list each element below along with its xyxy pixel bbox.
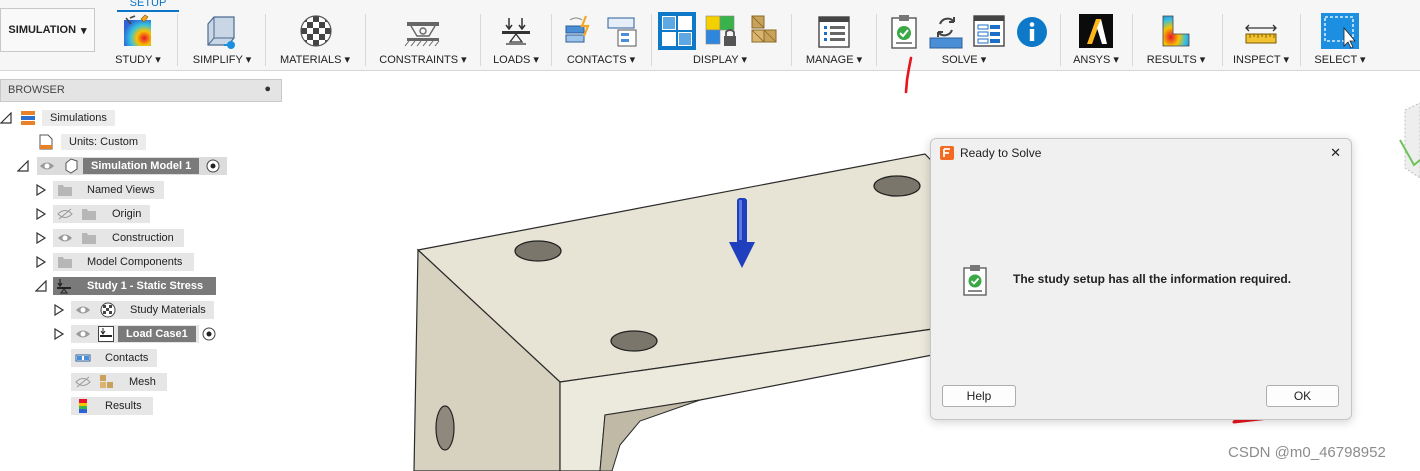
annotation-mark-1 — [904, 56, 913, 94]
tree-item-named-views[interactable]: Named Views — [0, 180, 170, 200]
expand-toggle-icon[interactable] — [35, 232, 47, 244]
tree-label: Study 1 - Static Stress — [87, 280, 204, 292]
browser-header[interactable]: BROWSER ● — [0, 79, 282, 102]
activate-radio-icon[interactable] — [206, 159, 220, 173]
model-icon — [65, 158, 78, 174]
tree-label: Construction — [112, 232, 174, 244]
tree-label: Simulations — [42, 110, 115, 126]
expand-toggle-icon[interactable] — [17, 160, 29, 172]
tree-item-contacts[interactable]: Contacts — [0, 348, 160, 368]
folder-icon — [58, 185, 72, 196]
tree-label: Study Materials — [130, 304, 206, 316]
expand-toggle-icon[interactable] — [35, 256, 47, 268]
folder-icon — [58, 257, 72, 268]
ok-button[interactable]: OK — [1266, 385, 1339, 407]
tree-label: Simulation Model 1 — [83, 158, 200, 174]
annotation-label-2: 2 — [1240, 395, 1241, 396]
activate-radio-icon[interactable] — [202, 327, 216, 341]
simulations-icon — [21, 111, 35, 125]
folder-icon — [82, 209, 96, 220]
tree-label: Mesh — [129, 376, 156, 388]
load-case-icon — [98, 326, 114, 342]
help-button[interactable]: Help — [942, 385, 1016, 407]
tree-item-model-components[interactable]: Model Components — [0, 252, 200, 272]
eye-icon[interactable] — [39, 160, 55, 172]
tree-item-study[interactable]: Study 1 - Static Stress — [0, 276, 220, 296]
material-ball-icon — [100, 302, 116, 318]
tree-label: Contacts — [105, 352, 149, 364]
mounting-hole — [873, 175, 921, 197]
tree-item-study-materials[interactable]: Study Materials — [0, 300, 220, 320]
mounting-hole — [610, 330, 658, 352]
tree-item-mesh[interactable]: Mesh — [0, 372, 170, 392]
bracket-model[interactable] — [413, 153, 1011, 471]
mounting-hole — [514, 240, 562, 262]
tree-label: Model Components — [87, 256, 183, 268]
tree-item-load-case[interactable]: Load Case1 — [0, 324, 222, 344]
side-hole — [435, 405, 455, 451]
tree-label: Load Case1 — [118, 326, 196, 342]
expand-toggle-icon[interactable] — [35, 208, 47, 220]
mesh-icon — [100, 375, 113, 388]
tree-item-units[interactable]: Units: Custom — [0, 132, 160, 152]
ready-to-solve-dialog: Ready to Solve ✕ The study setup has all… — [930, 138, 1352, 420]
dialog-title: Ready to Solve — [960, 146, 1042, 160]
fusion-app-icon — [940, 146, 954, 160]
browser-title: BROWSER — [8, 84, 65, 96]
annotation-label-1: 1 — [904, 58, 905, 59]
eye-icon[interactable] — [57, 232, 73, 244]
tree-label: Units: Custom — [61, 134, 147, 150]
eye-icon[interactable] — [75, 304, 91, 316]
viewcube[interactable] — [1399, 102, 1420, 179]
tree-item-simulations[interactable]: Simulations — [0, 108, 130, 128]
tree-item-results[interactable]: Results — [0, 396, 160, 416]
tree-item-origin[interactable]: Origin — [0, 204, 160, 224]
folder-icon — [82, 233, 96, 244]
expand-toggle-icon[interactable] — [53, 328, 65, 340]
eye-hidden-icon[interactable] — [75, 376, 91, 388]
study-node-icon — [57, 279, 71, 294]
expand-toggle-icon[interactable] — [35, 280, 47, 292]
tree-label: Results — [105, 400, 142, 412]
check-clipboard-icon — [963, 265, 987, 296]
eye-icon[interactable] — [75, 328, 91, 340]
tree-item-construction[interactable]: Construction — [0, 228, 190, 248]
watermark: CSDN @m0_46798952 — [1228, 444, 1386, 461]
expand-toggle-icon[interactable] — [0, 112, 12, 124]
document-icon — [39, 134, 53, 150]
expand-toggle-icon[interactable] — [53, 304, 65, 316]
tree-label: Origin — [112, 208, 142, 220]
eye-hidden-icon[interactable] — [57, 208, 73, 220]
tree-label: Named Views — [87, 184, 155, 196]
dialog-message: The study setup has all the information … — [1013, 272, 1292, 286]
results-legend-icon — [79, 399, 87, 413]
close-icon[interactable]: ✕ — [1330, 145, 1341, 161]
expand-toggle-icon[interactable] — [35, 184, 47, 196]
contacts-node-icon — [75, 354, 91, 362]
tree-item-simulation-model[interactable]: Simulation Model 1 — [0, 156, 230, 176]
collapse-icon[interactable]: ● — [264, 83, 271, 95]
